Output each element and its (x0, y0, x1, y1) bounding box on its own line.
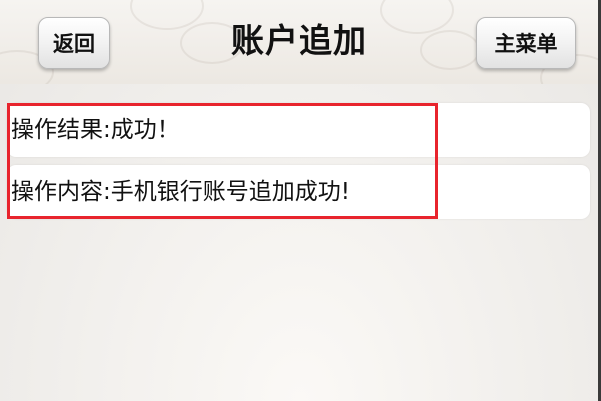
result-row: 操作结果:成功！ (7, 103, 590, 157)
content-label: 操作内容: (11, 179, 111, 205)
result-label: 操作结果: (11, 117, 111, 143)
content-value: 手机银行账号追加成功! (110, 179, 350, 205)
header-bar: 返回 账户追加 主菜单 (0, 0, 598, 84)
content-row: 操作内容:手机银行账号追加成功! (7, 165, 590, 219)
main-menu-button[interactable]: 主菜单 (476, 17, 576, 69)
result-value: 成功！ (110, 117, 180, 143)
